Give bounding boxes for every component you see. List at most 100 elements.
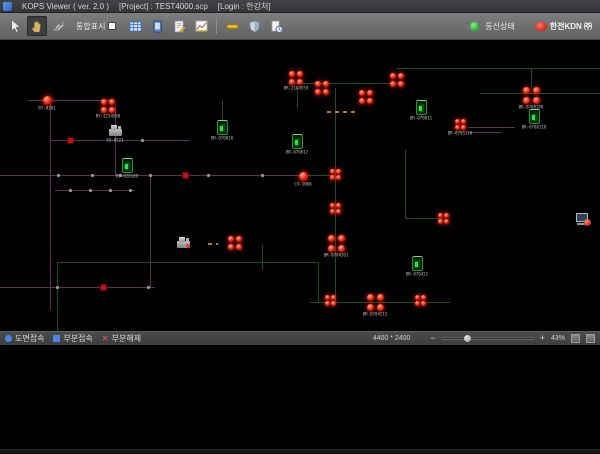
line-node [149, 174, 152, 177]
alarm-cluster[interactable] [315, 81, 329, 95]
power-line [297, 88, 298, 108]
element-label: BY-020109 [116, 174, 138, 179]
zoom-level: 43% [551, 335, 565, 342]
switch-device[interactable] [217, 120, 228, 135]
line-node [261, 174, 264, 177]
legend-item: ✕부분해제 [102, 333, 141, 344]
line-node [69, 189, 72, 192]
alarm-lamp-icon [236, 236, 242, 242]
window-title-project: [Project] : TEST4000.scp [119, 2, 208, 11]
toolbar-separator [216, 18, 217, 34]
zoom-slider[interactable] [442, 337, 534, 340]
device-slot [298, 138, 300, 146]
element-label: CV-1068 [294, 182, 311, 187]
alarm-cluster[interactable] [228, 236, 242, 250]
alarm-lamp-icon [297, 71, 303, 77]
alarm-lamp-icon [367, 294, 374, 301]
alarm-dot[interactable] [43, 96, 52, 105]
power-line [318, 262, 319, 302]
alarm-lamp-icon [367, 98, 373, 104]
alarm-cluster[interactable] [330, 203, 341, 214]
element-label: BR-070421 [406, 272, 428, 277]
alarm-cluster[interactable] [328, 235, 345, 252]
alarm-marker[interactable] [182, 172, 189, 179]
alarm-cluster[interactable] [415, 295, 426, 306]
alarm-lamp-icon [109, 107, 115, 113]
switch-device[interactable] [529, 109, 540, 124]
doc-edit-icon[interactable] [169, 16, 189, 36]
pan-hand-icon[interactable] [27, 16, 47, 36]
alarm-cluster[interactable] [455, 119, 466, 130]
alarm-lamp-icon [325, 301, 330, 306]
alarm-marker[interactable] [100, 284, 107, 291]
switch-device[interactable] [292, 134, 303, 149]
device-icon[interactable] [147, 16, 167, 36]
alarm-lamp-icon [336, 169, 341, 174]
chart-icon[interactable] [191, 16, 211, 36]
power-line [396, 68, 600, 69]
element-label: BR-0704201 [324, 253, 349, 258]
zoom-out-button[interactable]: − [430, 334, 435, 343]
full-view-button[interactable] [586, 334, 595, 343]
alarm-lamp-icon [323, 89, 329, 95]
alarm-cluster[interactable] [330, 169, 341, 180]
kdn-logo-icon [535, 22, 547, 31]
alarm-cluster[interactable] [289, 71, 303, 85]
power-line [150, 175, 151, 287]
switch-device[interactable] [412, 256, 423, 271]
alarm-dot[interactable] [299, 172, 308, 181]
alarm-cluster[interactable] [101, 99, 115, 113]
alarm-lamp-icon [421, 301, 426, 306]
power-line [531, 68, 532, 87]
alarm-lamp-icon [315, 81, 321, 87]
alarm-lamp-icon [330, 175, 335, 180]
shield-icon[interactable] [244, 16, 264, 36]
alarm-lamp-icon [390, 73, 396, 79]
switch-device[interactable] [416, 100, 427, 115]
power-line [327, 111, 357, 113]
equipment-icon[interactable] [107, 124, 124, 137]
zoom-slider-thumb[interactable] [464, 335, 471, 342]
power-line [288, 83, 405, 84]
equipment-icon[interactable] [175, 236, 192, 249]
title-bar: KOPS Viewer ( ver. 2.0 ) [Project] : TES… [0, 0, 600, 13]
canvas-resolution: 4400 * 2400 [373, 335, 411, 342]
power-line [57, 262, 58, 331]
workstation-icon[interactable] [575, 213, 591, 227]
alarm-badge-icon [186, 244, 190, 248]
line-node [141, 139, 144, 142]
alarm-lamp-icon [455, 125, 460, 130]
alarm-lamp-icon [236, 244, 242, 250]
alarm-lamp-icon [330, 209, 335, 214]
legend-label: 부분해제 [112, 333, 141, 344]
alarm-lamp-icon [101, 99, 107, 105]
network-diagram-canvas[interactable]: BY-1234568BR-2104559BR-0708109BR-0705110… [0, 40, 600, 331]
highlight-icon[interactable] [222, 16, 242, 36]
tools-icon[interactable] [49, 16, 69, 36]
alarm-lamp-icon [415, 301, 420, 306]
alarm-marker[interactable] [67, 137, 74, 144]
power-line [208, 243, 218, 245]
alarm-cluster[interactable] [359, 90, 373, 104]
alarm-lamp-icon [398, 73, 404, 79]
alarm-lamp-icon [338, 235, 345, 242]
fit-view-button[interactable] [571, 334, 580, 343]
alarm-cluster[interactable] [367, 294, 384, 311]
bottom-edge [0, 449, 600, 454]
zoom-in-button[interactable]: + [540, 334, 545, 343]
alarm-lamp-icon [367, 304, 374, 311]
cursor-icon[interactable] [5, 16, 25, 36]
alarm-cluster[interactable] [438, 213, 449, 224]
alarm-lamp-icon [289, 79, 295, 85]
alarm-lamp-icon [101, 107, 107, 113]
alarm-cluster[interactable] [325, 295, 336, 306]
toolbar-group-views [124, 16, 212, 36]
alarm-lamp-icon [315, 89, 321, 95]
alarm-cluster[interactable] [390, 73, 404, 87]
history-icon[interactable] [266, 16, 286, 36]
alarm-cluster[interactable] [523, 87, 540, 104]
table-icon[interactable] [125, 16, 145, 36]
overlay-display-checkbox[interactable] [108, 22, 116, 30]
device-slot [128, 162, 130, 170]
switch-device[interactable] [122, 158, 133, 173]
